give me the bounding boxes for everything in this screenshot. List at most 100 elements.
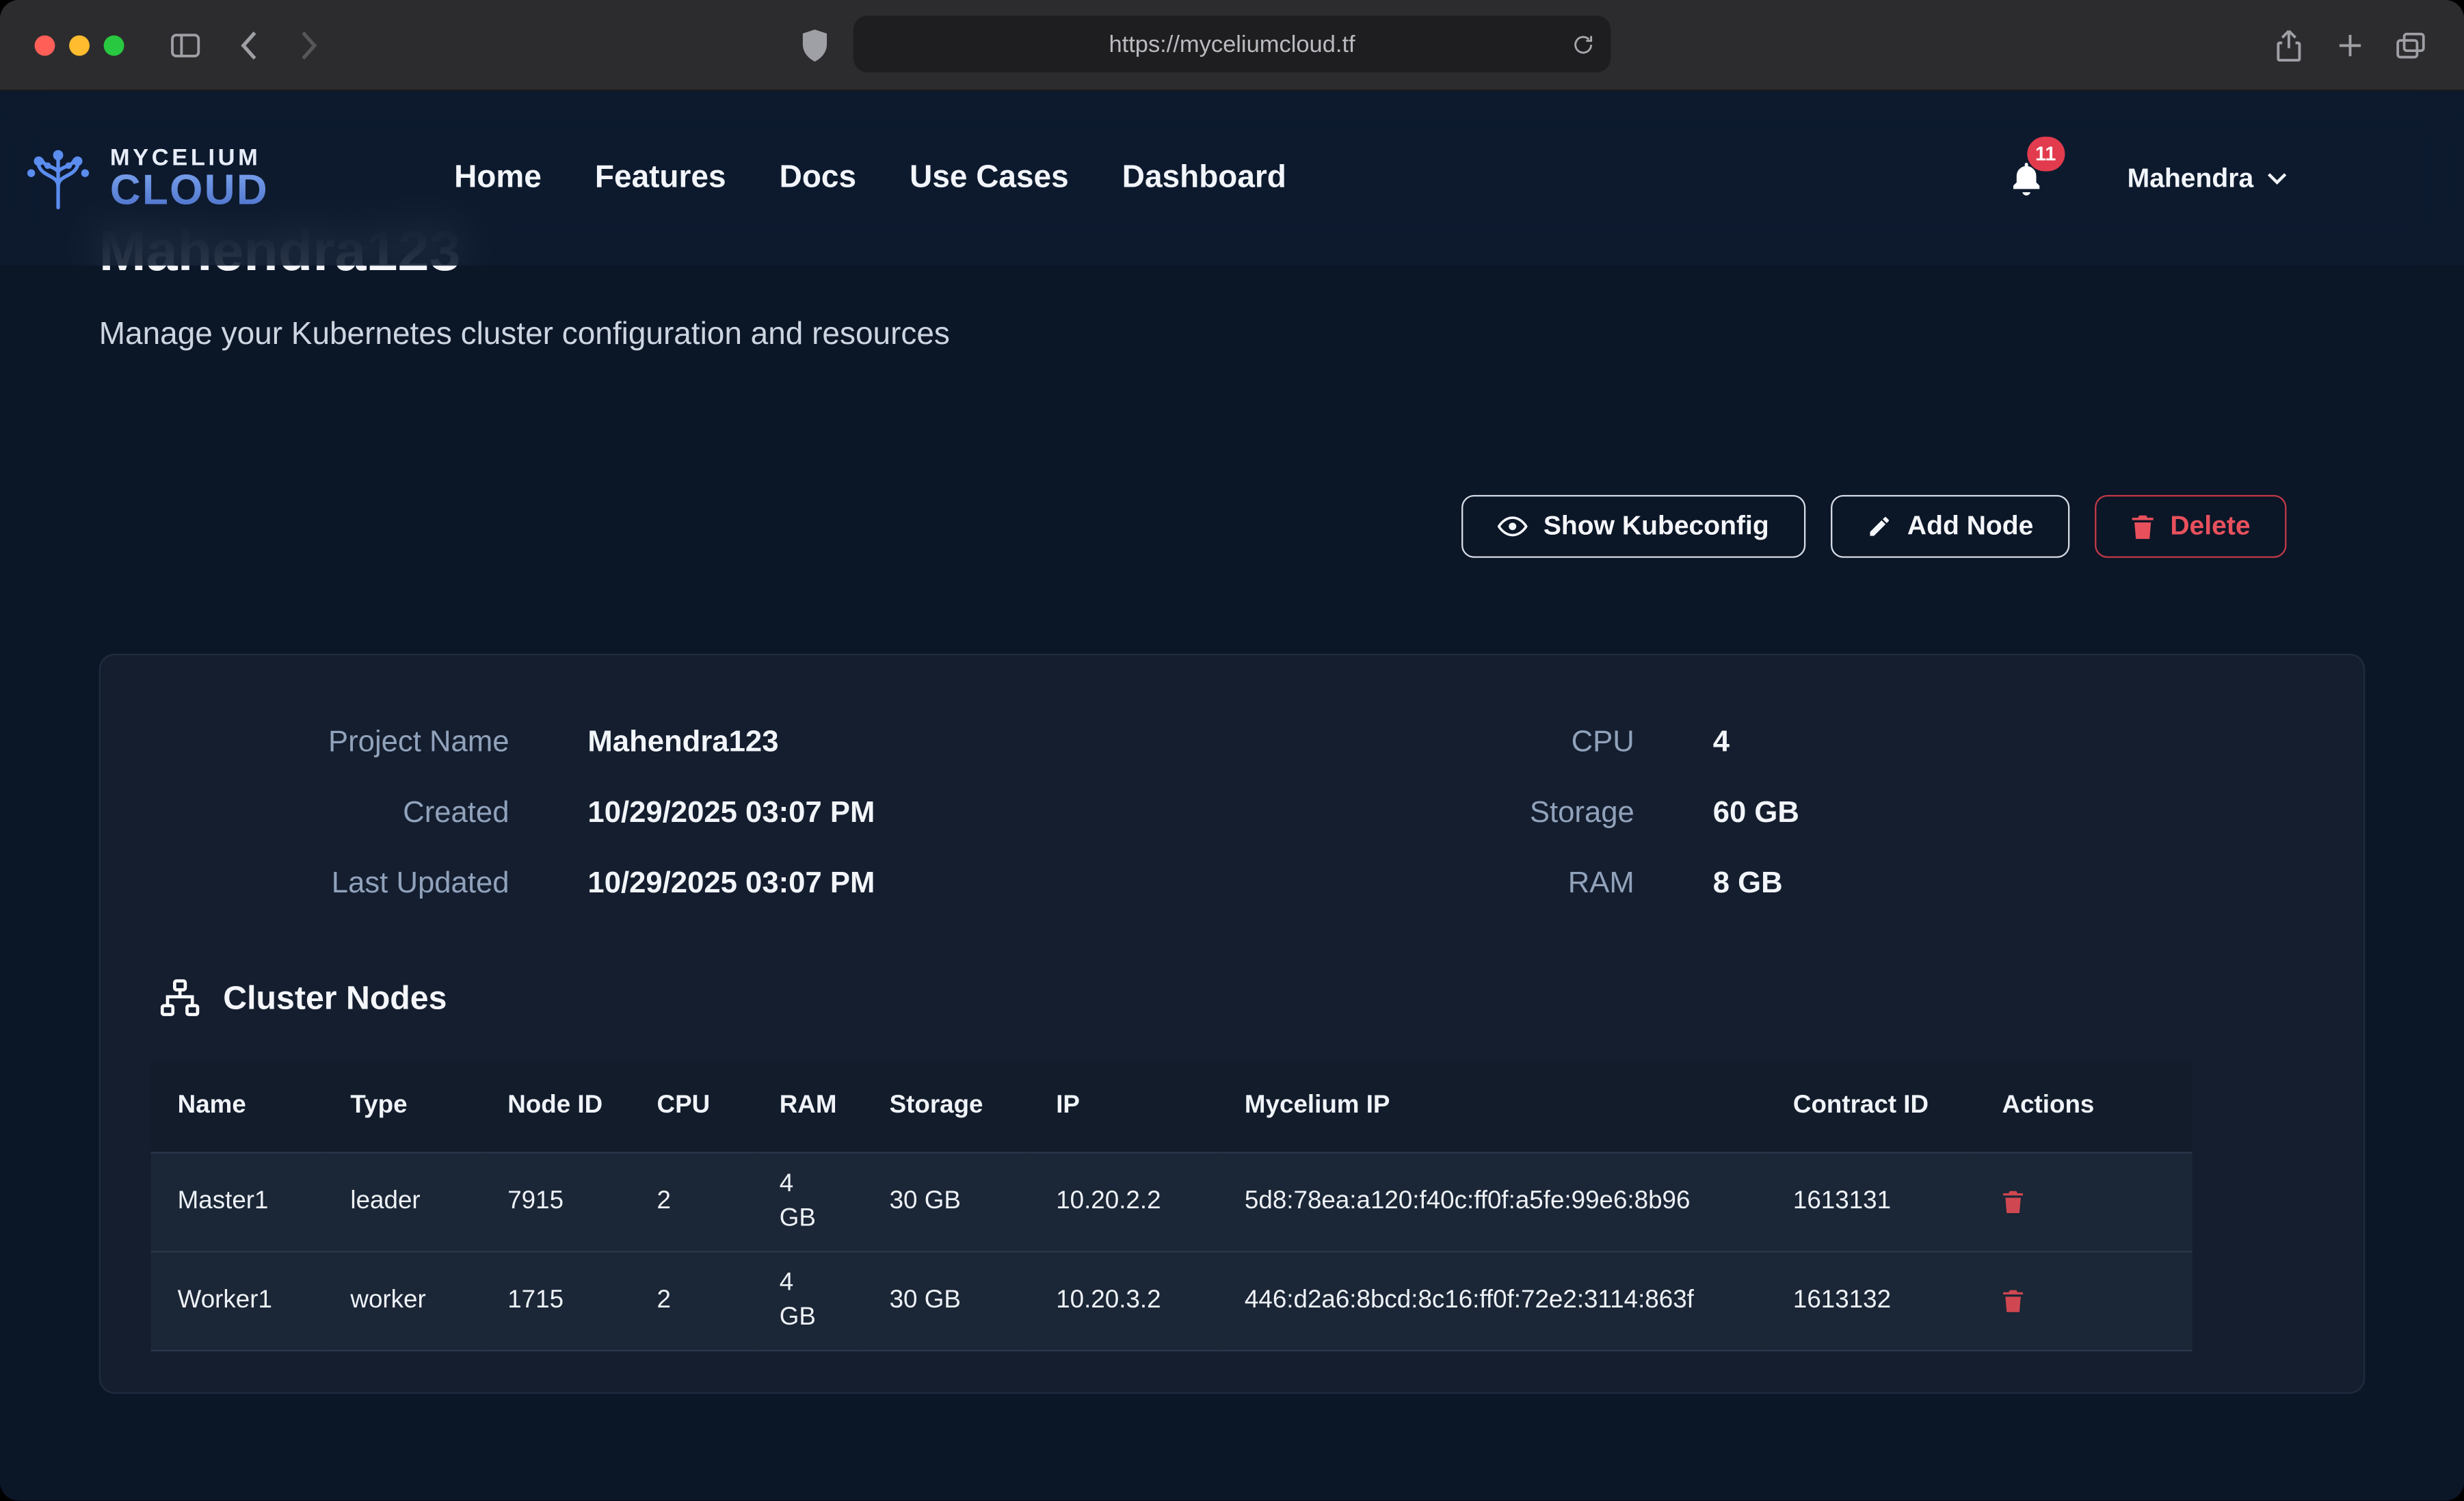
summary-row: RAM 8 GB: [1232, 849, 2317, 919]
cell-cpu: 2: [630, 1251, 752, 1351]
cluster-summary: Project Name Mahendra123 Created 10/29/2…: [101, 707, 2363, 919]
delete-node-button[interactable]: [2002, 1288, 2024, 1314]
cell-storage: 30 GB: [863, 1153, 1030, 1252]
brand-name: MYCELIUM CLOUD: [110, 146, 269, 212]
last-updated-label: Last Updated: [148, 866, 509, 901]
cell-mycelium-ip: 446:d2a6:8bcd:8c16:ff0f:72e2:3114:863f: [1218, 1251, 1766, 1351]
cell-actions: [1975, 1153, 2192, 1252]
col-header-contract-id: Contract ID: [1766, 1061, 1976, 1152]
last-updated-value: 10/29/2025 03:07 PM: [587, 866, 1232, 901]
cpu-value: 4: [1713, 725, 2316, 760]
cluster-actions: Show Kubeconfig Add Node Delete: [99, 495, 2287, 558]
browser-window: https://myceliumcloud.tf: [0, 0, 2464, 1500]
cell-contract-id: 1613131: [1766, 1153, 1976, 1252]
col-header-actions: Actions: [1975, 1061, 2192, 1152]
zoom-window-button[interactable]: [104, 35, 124, 55]
created-value: 10/29/2025 03:07 PM: [587, 796, 1232, 831]
add-node-button[interactable]: Add Node: [1830, 495, 2069, 558]
cell-node-id: 1715: [481, 1251, 630, 1351]
address-bar[interactable]: https://myceliumcloud.tf: [853, 16, 1611, 72]
mycelium-logo-icon: [22, 147, 94, 210]
page: MYCELIUM CLOUD Home Features Docs Use Ca…: [0, 91, 2464, 1500]
cell-cpu: 2: [630, 1153, 752, 1252]
trash-icon: [2002, 1288, 2024, 1314]
user-name: Mahendra: [2128, 163, 2254, 194]
share-icon[interactable]: [2274, 27, 2304, 62]
back-button-icon[interactable]: [239, 29, 259, 61]
minimize-window-button[interactable]: [69, 35, 90, 55]
cluster-nodes-heading: Cluster Nodes: [159, 979, 2363, 1018]
summary-row: CPU 4: [1232, 707, 2317, 778]
address-bar-url: https://myceliumcloud.tf: [1109, 31, 1355, 57]
close-window-button[interactable]: [35, 35, 55, 55]
trash-icon: [2131, 513, 2154, 540]
created-label: Created: [148, 796, 509, 831]
new-tab-icon[interactable]: [2337, 31, 2363, 58]
col-header-storage: Storage: [863, 1061, 1030, 1152]
summary-right: CPU 4 Storage 60 GB RAM 8 GB: [1232, 707, 2317, 919]
brand-name-top: MYCELIUM: [110, 146, 269, 169]
reload-icon[interactable]: [1572, 32, 1595, 55]
cell-actions: [1975, 1251, 2192, 1351]
cluster-nodes-table: Name Type Node ID CPU RAM Storage IP Myc…: [151, 1061, 2193, 1351]
summary-row: Created 10/29/2025 03:07 PM: [148, 778, 1232, 848]
col-header-ip: IP: [1029, 1061, 1218, 1152]
ram-label: RAM: [1232, 866, 1634, 901]
show-kubeconfig-button[interactable]: Show Kubeconfig: [1461, 495, 1805, 558]
privacy-shield-icon[interactable]: [802, 28, 828, 61]
traffic-lights: [35, 35, 124, 55]
storage-value: 60 GB: [1713, 796, 2316, 831]
cell-ip: 10.20.2.2: [1029, 1153, 1218, 1252]
col-header-cpu: CPU: [630, 1061, 752, 1152]
tab-overview-icon[interactable]: [2395, 31, 2426, 59]
table-header-row: Name Type Node ID CPU RAM Storage IP Myc…: [151, 1061, 2193, 1152]
col-header-ram: RAM: [753, 1061, 863, 1152]
nav-link-home[interactable]: Home: [454, 160, 542, 196]
cluster-nodes-title: Cluster Nodes: [223, 980, 447, 1018]
cell-mycelium-ip: 5d8:78ea:a120:f40c:ff0f:a5fe:99e6:8b96: [1218, 1153, 1766, 1252]
col-header-mycelium-ip: Mycelium IP: [1218, 1061, 1766, 1152]
cell-storage: 30 GB: [863, 1251, 1030, 1351]
cell-name: Master1: [151, 1153, 324, 1252]
cell-node-id: 7915: [481, 1153, 630, 1252]
cell-type: worker: [323, 1251, 481, 1351]
navbar: MYCELIUM CLOUD Home Features Docs Use Ca…: [0, 91, 2464, 265]
delete-node-button[interactable]: [2002, 1190, 2024, 1215]
col-header-node-id: Node ID: [481, 1061, 630, 1152]
sidebar-toggle-icon[interactable]: [170, 31, 201, 58]
cell-name: Worker1: [151, 1251, 324, 1351]
nav-links: Home Features Docs Use Cases Dashboard: [454, 160, 1286, 196]
cell-type: leader: [323, 1153, 481, 1252]
col-header-type: Type: [323, 1061, 481, 1152]
cpu-label: CPU: [1232, 725, 1634, 760]
show-kubeconfig-label: Show Kubeconfig: [1544, 511, 1769, 542]
summary-left: Project Name Mahendra123 Created 10/29/2…: [148, 707, 1232, 919]
brand-name-bottom: CLOUD: [110, 169, 269, 211]
cluster-details-card: Project Name Mahendra123 Created 10/29/2…: [99, 654, 2366, 1394]
table-row: Master1 leader 7915 2 4 GB 30 GB 10.20.2…: [151, 1153, 2193, 1252]
pencil-icon: [1866, 514, 1892, 539]
sitemap-icon: [159, 979, 201, 1018]
browser-chrome: https://myceliumcloud.tf: [0, 0, 2464, 91]
notifications-button[interactable]: 11: [2006, 158, 2045, 199]
chevron-down-icon: [2266, 171, 2288, 185]
delete-label: Delete: [2170, 511, 2250, 542]
summary-row: Project Name Mahendra123: [148, 707, 1232, 778]
summary-row: Storage 60 GB: [1232, 778, 2317, 848]
user-menu[interactable]: Mahendra: [2128, 163, 2288, 194]
brand-logo[interactable]: MYCELIUM CLOUD: [22, 146, 269, 212]
nav-link-dashboard[interactable]: Dashboard: [1122, 160, 1286, 196]
forward-button-icon[interactable]: [299, 29, 319, 61]
trash-icon: [2002, 1190, 2024, 1215]
main-content: Mahendra123 Manage your Kubernetes clust…: [0, 91, 2464, 1394]
summary-row: Last Updated 10/29/2025 03:07 PM: [148, 849, 1232, 919]
nav-link-docs[interactable]: Docs: [780, 160, 856, 196]
cell-contract-id: 1613132: [1766, 1251, 1976, 1351]
nav-link-features[interactable]: Features: [595, 160, 726, 196]
navbar-right: 11 Mahendra: [2006, 158, 2464, 199]
eye-icon: [1498, 516, 1528, 537]
nav-link-use-cases[interactable]: Use Cases: [910, 160, 1069, 196]
cell-ram: 4 GB: [753, 1153, 863, 1252]
delete-cluster-button[interactable]: Delete: [2095, 495, 2286, 558]
cell-ip: 10.20.3.2: [1029, 1251, 1218, 1351]
